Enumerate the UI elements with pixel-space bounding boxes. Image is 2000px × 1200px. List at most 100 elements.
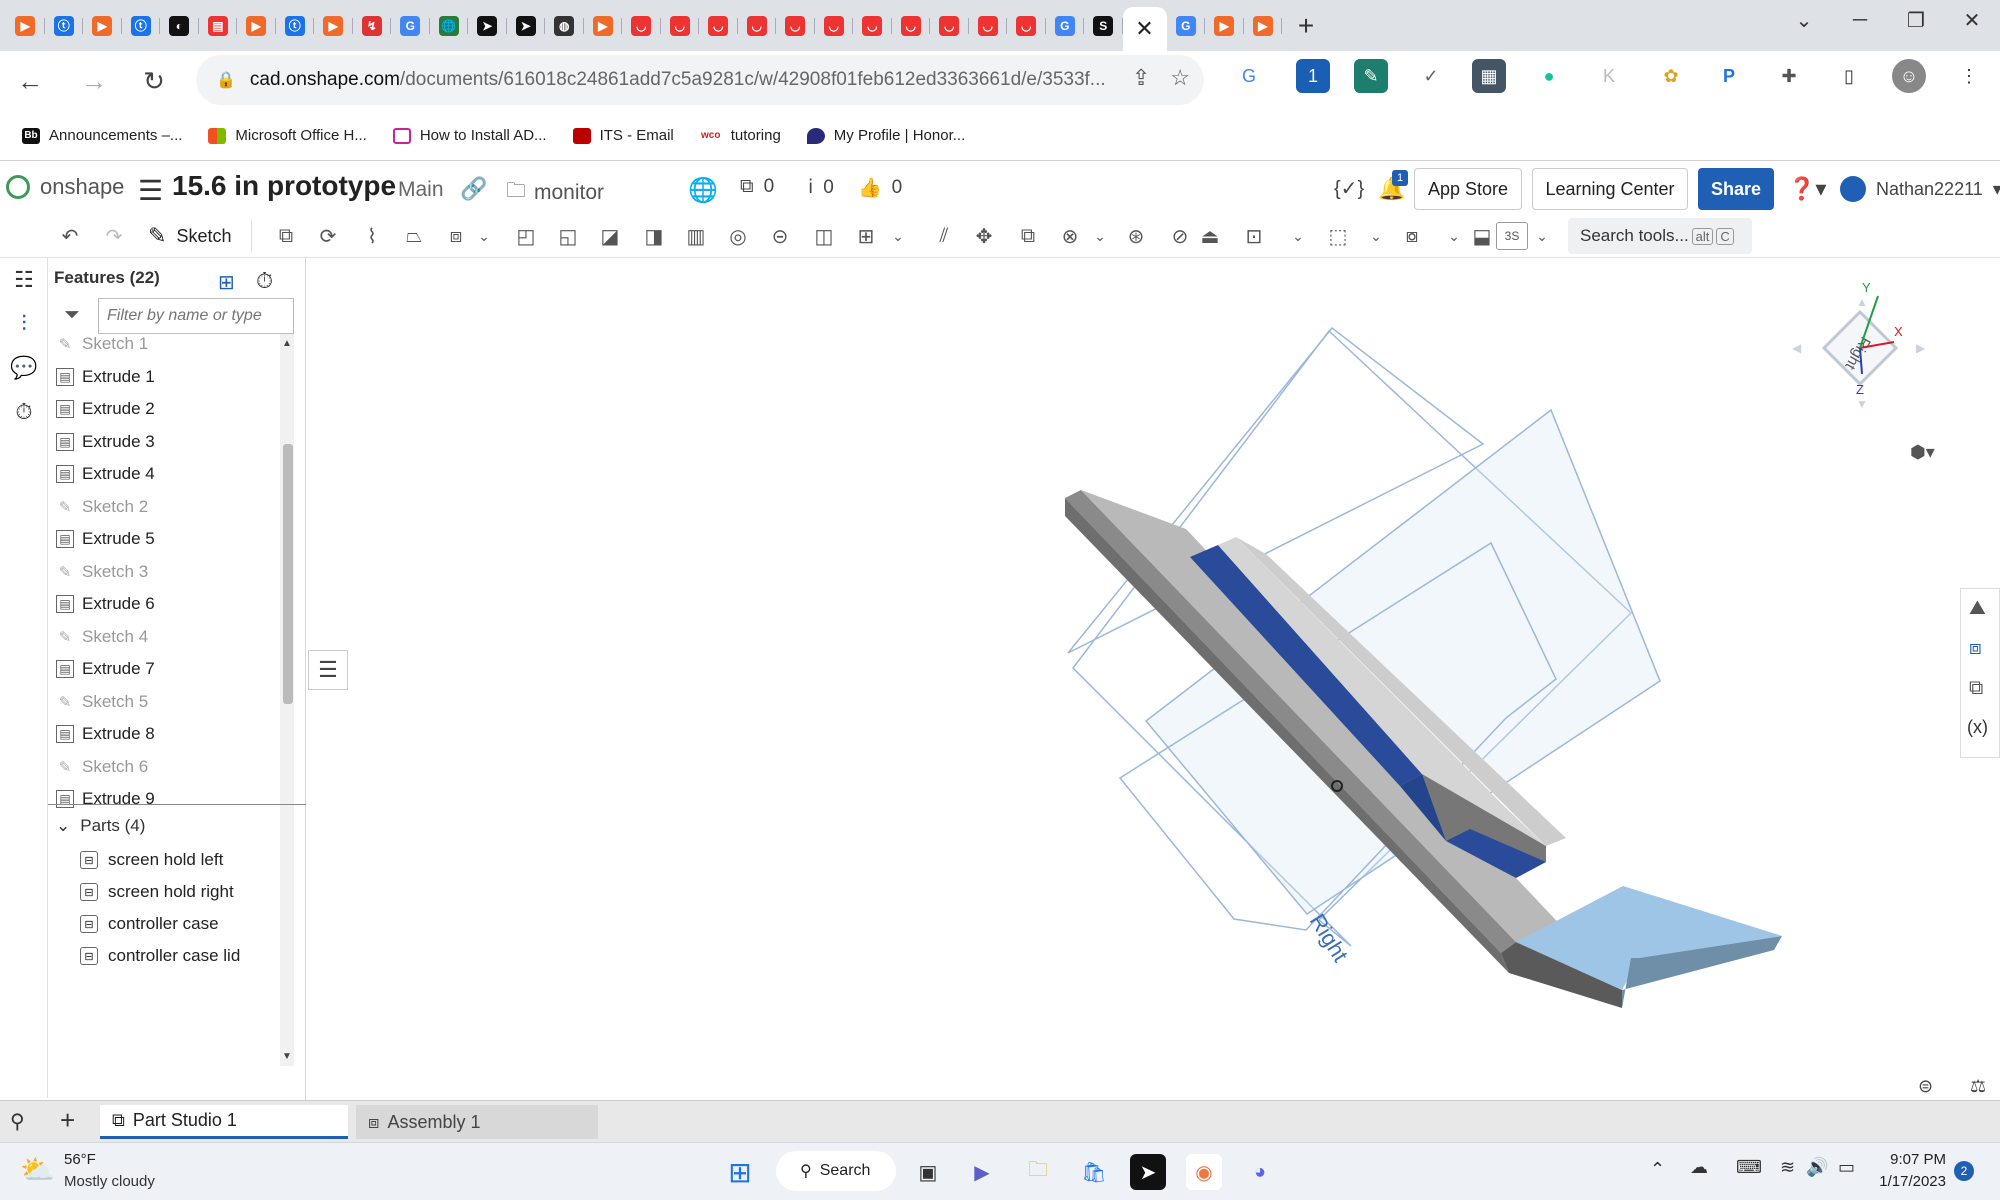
copies-count[interactable]: ⧉ 0 [740, 176, 774, 198]
3s-tool-icon[interactable]: 3S [1496, 222, 1528, 250]
comments-icon[interactable]: 💬 [10, 354, 38, 382]
part-item[interactable]: ⊟ controller case lid [80, 946, 240, 966]
browser-tab[interactable]: ◡ [1007, 6, 1046, 46]
folder-link[interactable]: 🗀 monitor [506, 176, 604, 210]
start-button-icon[interactable]: ⊞ [722, 1154, 758, 1190]
add-folder-icon[interactable]: ⊞ [218, 270, 235, 295]
browser-tab[interactable]: S [1084, 6, 1123, 46]
measure-icon[interactable]: ⚖ [1970, 1076, 1986, 1097]
surface-icon[interactable]: ⧇ [1398, 222, 1426, 250]
bookmark-item[interactable]: wco tutoring [699, 127, 781, 144]
browser-tab[interactable]: ⓣ [45, 6, 84, 46]
browser-tab[interactable]: ▶ [584, 6, 623, 46]
copy-icon[interactable]: ⧉ [1014, 222, 1042, 250]
extension-icon[interactable]: ▦ [1472, 59, 1506, 93]
browser-tab[interactable]: ➤ [468, 6, 507, 46]
tab-icon[interactable]: ⊡ [1240, 222, 1268, 250]
feature-list-item[interactable]: ▤ Extrude 3 [56, 426, 280, 458]
minimize-icon[interactable]: ─ [1832, 0, 1888, 40]
feature-list-icon[interactable]: ☷ [10, 266, 38, 294]
sweep-icon[interactable]: ⌇ [358, 222, 386, 250]
profile-avatar[interactable]: ☺ [1892, 59, 1926, 93]
tab-search-icon[interactable]: ⌄ [1776, 0, 1832, 40]
active-tab-close-icon[interactable]: ✕ [1122, 7, 1167, 51]
browser-tab[interactable]: ◡ [776, 6, 815, 46]
feature-list-scrollbar[interactable]: ▲ ▼ [280, 334, 294, 1066]
redo-icon[interactable]: ↷ [100, 222, 128, 250]
translate-extension-icon[interactable]: G [1232, 59, 1266, 93]
browser-tab[interactable]: ▶ [1205, 6, 1244, 46]
loft-icon[interactable]: ⏢ [400, 222, 428, 250]
close-window-icon[interactable]: ✕ [1944, 0, 2000, 40]
task-view-icon[interactable]: ▣ [910, 1154, 946, 1190]
browser-tab[interactable]: ◡ [661, 6, 700, 46]
feature-list-item[interactable]: ▤ Extrude 6 [56, 588, 280, 620]
chevron-down-icon[interactable]: ⌄ [884, 222, 912, 250]
check-extension-icon[interactable]: ✓ [1414, 59, 1448, 93]
discord-icon[interactable]: ◕ [1242, 1154, 1278, 1190]
undo-icon[interactable]: ↶ [56, 222, 84, 250]
extension-badge-icon[interactable]: 1 [1296, 59, 1330, 93]
feature-list-item[interactable]: ✎ Sketch 3 [56, 556, 280, 588]
plane-icon[interactable]: ◫ [810, 222, 838, 250]
scrollbar-thumb[interactable] [283, 444, 293, 704]
tool-icon[interactable]: ⬓ [1468, 222, 1496, 250]
sketch-button[interactable]: ✎ Sketch [148, 220, 253, 252]
file-explorer-icon[interactable]: 🗀 [1020, 1154, 1056, 1190]
info-count[interactable]: ⅰ0 [808, 176, 834, 199]
grammarly-icon[interactable]: ● [1532, 59, 1566, 93]
add-tab-icon[interactable]: + [60, 1105, 75, 1136]
feature-list-item[interactable]: ▤ Extrude 4 [56, 458, 280, 490]
weather-desc[interactable]: Mostly cloudy [64, 1173, 155, 1190]
fillet-icon[interactable]: ◰ [512, 222, 540, 250]
chevron-down-icon[interactable]: ⌄ [470, 222, 498, 250]
browser-tab[interactable]: ◡ [622, 6, 661, 46]
browser-tab[interactable]: ▶ [237, 6, 276, 46]
configurations-icon[interactable]: ⧈ [1969, 637, 1982, 660]
notification-center-badge[interactable]: 2 [1954, 1161, 1974, 1181]
globe-icon[interactable]: 🌐 [688, 176, 718, 205]
new-tab-button[interactable]: + [1282, 6, 1330, 46]
filter-icon[interactable]: ⏷ [64, 304, 80, 327]
transform-icon[interactable]: ✥ [970, 222, 998, 250]
view-options-cube-icon[interactable]: ⬢▾ [1910, 442, 1935, 463]
extensions-puzzle-icon[interactable]: ✚ [1772, 59, 1806, 93]
browser-menu-icon[interactable]: ⋮ [1952, 59, 1986, 93]
app-icon[interactable]: ➤ [1130, 1154, 1166, 1190]
rotate-down-arrow-icon[interactable]: ▼ [1856, 397, 1868, 411]
chevron-down-icon[interactable]: ⌄ [1362, 222, 1390, 250]
bookmark-item[interactable]: Bb Announcements –... [22, 127, 182, 144]
browser-tab[interactable]: ◡ [969, 6, 1008, 46]
battery-icon[interactable]: ▭ [1838, 1157, 1855, 1178]
draft-icon[interactable]: ◪ [596, 222, 624, 250]
browser-tab[interactable]: ↯ [353, 6, 392, 46]
split-icon[interactable]: ⫽ [930, 222, 958, 250]
browser-tab[interactable]: ▶ [1244, 6, 1283, 46]
feature-filter-input[interactable] [98, 298, 294, 334]
pattern-icon[interactable]: ⊞ [852, 222, 880, 250]
browser-tab[interactable]: ▶ [6, 6, 45, 46]
feature-list-item[interactable]: ▤ Extrude 1 [56, 361, 280, 393]
model-canvas[interactable]: Right [306, 258, 2000, 1100]
part-item[interactable]: ⊟ screen hold right [80, 882, 234, 902]
link-icon[interactable]: 🔗 [460, 176, 487, 202]
teams-chat-icon[interactable]: ▶ [964, 1154, 1000, 1190]
frame-icon[interactable]: ⬚ [1324, 222, 1352, 250]
rotate-up-arrow-icon[interactable]: ▲ [1856, 295, 1868, 309]
browser-tab[interactable]: G [1046, 6, 1085, 46]
feature-list-item[interactable]: ▤ Extrude 8 [56, 718, 280, 750]
browser-tab[interactable]: ▶ [314, 6, 353, 46]
address-bar[interactable]: 🔒 cad.onshape.com/documents/616018c24861… [196, 55, 1204, 105]
chamfer-icon[interactable]: ◱ [554, 222, 582, 250]
variables-icon[interactable]: {✓} [1334, 176, 1364, 201]
extension-icon[interactable]: ✿ [1654, 59, 1688, 93]
side-panel-icon[interactable]: ▯ [1832, 59, 1866, 93]
browser-tab[interactable]: ◍ [545, 6, 584, 46]
reload-icon[interactable]: ↻ [130, 57, 178, 105]
bookmark-star-icon[interactable]: ☆ [1170, 65, 1190, 91]
instance-list-icon[interactable]: ⫶ [10, 310, 38, 338]
extension-icon[interactable]: P [1712, 59, 1746, 93]
wifi-icon[interactable]: ≋ [1780, 1157, 1795, 1178]
browser-tab[interactable]: ◡ [930, 6, 969, 46]
chevron-down-icon[interactable]: ⌄ [1086, 222, 1114, 250]
